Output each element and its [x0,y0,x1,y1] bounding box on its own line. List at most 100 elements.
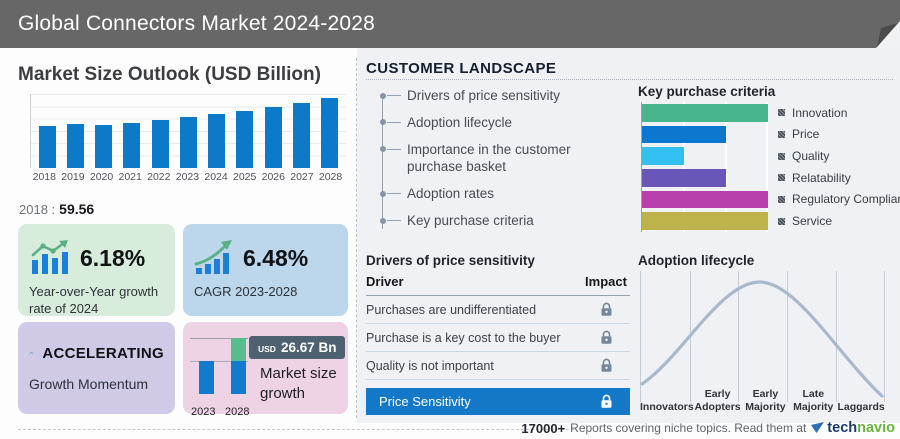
x-tick-2018: 2018 [30,171,58,183]
legend-swatch-icon [778,218,785,225]
key-purchase-criteria-bars [642,102,768,232]
column-driver: Driver [366,274,404,289]
list-item-label: Drivers of price sensitivity [407,88,560,103]
key-purchase-criteria-legend: Innovation Price Quality Relatability Regula… [778,102,900,232]
legend-swatch-icon [778,109,785,116]
x-tick-2023: 2023 [173,171,201,183]
table-row: Purchases are undifferentiated [366,296,630,324]
base-year-value: 59.56 [59,201,94,217]
mini-bar-2028 [231,361,246,394]
market-bar-2021 [123,123,140,168]
list-item: Key purchase criteria [382,212,627,230]
key-purchase-criteria-title: Key purchase criteria [638,84,775,99]
legend-swatch-icon [778,131,785,138]
market-bar-2026 [265,107,282,168]
list-item-label: Key purchase criteria [407,213,534,228]
yoy-growth-label: Year-over-Year growth rate of 2024 [29,284,164,317]
vertical-divider [356,58,357,418]
x-tick-2027: 2027 [288,171,316,183]
footer-text: Reports covering niche topics. Read them… [570,421,806,435]
bullet-dot-icon [380,218,386,224]
badge-currency: USD [258,344,276,354]
table-row: Quality is not important [366,352,630,380]
x-tick-2025: 2025 [231,171,259,183]
mini-growth-chart: 2023 2028 [190,334,252,404]
x-tick-2028: 2028 [317,171,345,183]
x-tick-2021: 2021 [116,171,144,183]
growth-value-badge: USD 26.67 Bn [249,336,345,359]
market-bar-2020 [95,125,112,168]
x-tick-2020: 2020 [88,171,116,183]
criteria-bar-service [642,212,768,230]
criteria-bar-innovation [642,104,768,122]
table-header: Driver Impact [366,274,630,296]
infographic-page: Global Connectors Market 2024-2028 Marke… [0,0,900,439]
criteria-bar-regulatory-compliance [642,191,768,209]
page-title: Global Connectors Market 2024-2028 [0,12,375,36]
market-size-bar-chart [30,94,346,168]
market-growth-label: Market size growth [260,364,346,403]
cagr-value: 6.48% [243,245,308,272]
momentum-label: Growth Momentum [29,376,164,394]
base-year-label: 2018 : [19,202,55,217]
dotted-underline [366,79,893,80]
adoption-lifecycle-title: Adoption lifecycle [638,253,754,268]
legend-label: Price [792,127,819,141]
stage-label: Early Majority [742,388,790,413]
stat-cards: 6.18% Year-over-Year growth rate of 2024… [18,224,348,414]
legend-item: Regulatory Compliance [778,192,900,206]
technavio-logo-link[interactable]: technavio [811,420,895,436]
cagr-label: CAGR 2023-2028 [194,284,337,301]
criteria-bar-price [642,126,726,144]
key-purchase-criteria-chart [641,102,768,232]
bullet-dot-icon [380,119,386,125]
criteria-bar-quality [642,147,684,165]
price-sensitivity-title: Drivers of price sensitivity [366,253,535,268]
yoy-growth-card: 6.18% Year-over-Year growth rate of 2024 [18,224,175,316]
legend-label: Service [792,214,832,228]
lock-icon [582,302,630,317]
mini-xlabel-2028: 2028 [225,406,249,418]
stage-label: Early Adopters [694,388,742,413]
market-bar-2024 [208,114,225,168]
connector-dash [387,149,401,150]
adoption-lifecycle-labels: InnovatorsEarly AdoptersEarly MajorityLa… [640,381,885,413]
market-bar-2022 [152,120,169,168]
market-bar-2023 [180,117,197,168]
bullet-dot-icon [380,93,386,99]
footer-dashed-line [18,429,574,430]
highlight-label: Price Sensitivity [379,394,471,409]
x-tick-2024: 2024 [202,171,230,183]
lock-icon [582,394,630,409]
market-bar-2018 [39,126,56,168]
stage-label: Laggards [837,401,885,413]
list-item-label: Adoption lifecycle [407,115,512,130]
driver-label: Purchases are undifferentiated [366,303,536,317]
connector-dash [387,193,401,194]
list-item: Importance in the customer purchase bask… [382,141,627,177]
criteria-bar-relatability [642,169,726,187]
mini-bar-2023 [199,361,214,394]
legend-item: Price [778,127,900,141]
legend-swatch-icon [778,153,785,160]
stage-label: Late Majority [789,388,837,413]
technavio-mark-icon [811,422,825,434]
driver-label: Quality is not important [366,359,494,373]
table-row: Purchase is a key cost to the buyer [366,324,630,352]
legend-swatch-icon [778,196,785,203]
market-growth-card: 2023 2028 USD 26.67 Bn Market size growt… [183,322,348,414]
driver-label: Purchase is a key cost to the buyer [366,331,561,345]
brand-navio: navio [857,420,895,436]
market-size-bars [31,94,346,168]
mini-bar-2028-growth [231,338,246,361]
yoy-growth-value: 6.18% [80,245,145,272]
stage-label: Innovators [640,401,694,413]
legend-label: Relatability [792,171,851,185]
bullet-dot-icon [380,146,386,152]
legend-label: Quality [792,149,829,163]
price-sensitivity-table: Driver Impact Purchases are undifferenti… [366,274,630,415]
connector-dash [387,95,401,96]
momentum-card: ACCELERATING Growth Momentum [18,322,175,414]
list-item: Drivers of price sensitivity [382,87,627,105]
legend-item: Innovation [778,106,900,120]
